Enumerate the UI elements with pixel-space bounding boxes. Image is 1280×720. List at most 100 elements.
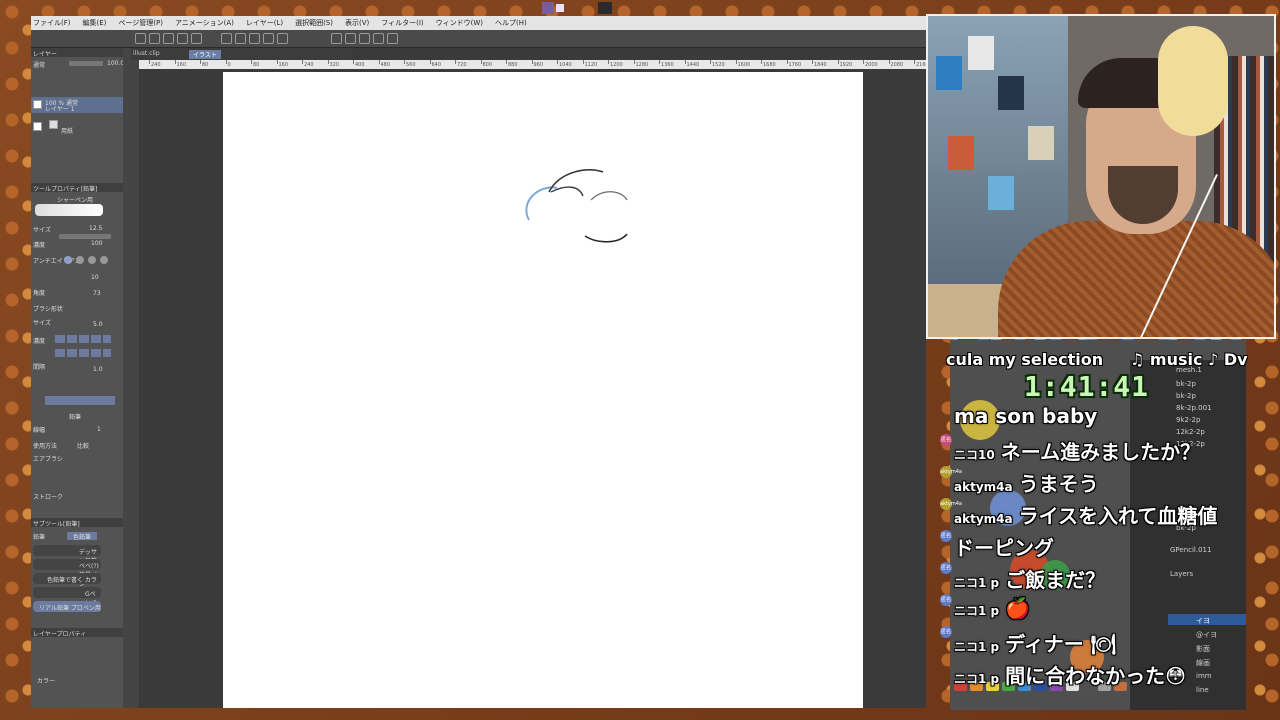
ruler-tick (659, 60, 660, 64)
ruler-label: 2000 (865, 62, 878, 68)
menu-item[interactable]: レイヤー(L) (246, 18, 283, 28)
left-panel-scrollbar[interactable] (123, 48, 131, 708)
undo-icon[interactable] (177, 33, 188, 44)
chat-text: ご飯まだ？ (1005, 568, 1106, 592)
ruler-icon[interactable] (359, 33, 370, 44)
menu-item[interactable]: 編集(E) (83, 18, 107, 28)
ruler-tick (684, 60, 686, 64)
antialias-weak-button[interactable] (76, 256, 84, 264)
chat-badge: 匿名 (940, 562, 952, 574)
pencil-label: 鉛筆 (69, 414, 82, 421)
ruler-label: 800 (482, 62, 493, 68)
layer-panel-title: レイヤー (33, 51, 57, 58)
ruler-tick (633, 60, 635, 64)
grid-icon[interactable] (373, 33, 384, 44)
ruler-label: 320 (329, 62, 340, 68)
clear-icon[interactable] (221, 33, 232, 44)
menu-item[interactable]: 表示(V) (345, 18, 369, 28)
ruler-tick (837, 60, 839, 64)
blender-item: 9k2-2p (1176, 416, 1201, 424)
ruler-label: 2160 (916, 62, 926, 68)
opacity-slider[interactable] (69, 61, 103, 66)
ruler-label: 1280 (635, 62, 649, 68)
menu-item[interactable]: 選択範囲(S) (295, 18, 333, 28)
command-bar (31, 30, 926, 48)
thickness-label: 線幅 (33, 427, 46, 434)
ruler-tick (582, 60, 584, 64)
antialias-strong-button[interactable] (100, 256, 108, 264)
ticker-left: cula my selection (946, 350, 1104, 369)
menu-item[interactable]: ページ管理(P) (118, 18, 163, 28)
transform-icon[interactable] (249, 33, 260, 44)
density-pattern[interactable] (55, 335, 111, 343)
sub-tool-tab-pencil[interactable]: 鉛筆 (33, 532, 45, 541)
layer-panel-header: レイヤー (31, 48, 131, 58)
drawing-canvas[interactable] (223, 72, 863, 708)
stroke-blue (525, 186, 558, 221)
brush-size-value: 5.0 (93, 321, 103, 328)
blender-outliner: GPencil.011 Layers mesh.1 bk-2p bk-2p 8k… (1130, 360, 1246, 710)
layer-row-paper[interactable]: 用紙 (31, 120, 123, 135)
select-icon[interactable] (263, 33, 274, 44)
menu-item[interactable]: ウィンドウ(W) (436, 18, 483, 28)
color-mode-select[interactable]: カラー (37, 676, 55, 685)
sub-tool-title: サブツール[鉛筆] (33, 521, 80, 528)
brush-tip-label: エアブラシ (33, 456, 63, 463)
brush-name: シャーペン用 (57, 197, 94, 204)
ruler-tick (225, 60, 227, 64)
layer-row-1[interactable]: 100 % 通常 レイヤー 1 (31, 97, 123, 113)
chat-text: ma son baby (954, 404, 1098, 428)
fill-icon[interactable] (235, 33, 246, 44)
method-label: 使用方法 (33, 443, 58, 450)
menu-item[interactable]: アニメーション(A) (175, 18, 234, 28)
menu-item[interactable]: フィルター(I) (381, 18, 423, 28)
ruler-label: 1360 (661, 62, 674, 68)
ruler-label: 80 (202, 62, 209, 68)
layer-1-thumbnail (33, 100, 42, 109)
settings-icon[interactable] (387, 33, 398, 44)
size-slider[interactable] (59, 234, 111, 239)
blend-mode-select[interactable]: 通常 (33, 60, 45, 69)
sub-tool-item-1[interactable]: デッサン鉛筆 (33, 545, 101, 565)
sub-tool-item-2[interactable]: ベベ(?)軽量ペン (33, 559, 101, 588)
chat-message: ma son baby (954, 404, 1097, 428)
lasso-icon[interactable] (277, 33, 288, 44)
antialias-mid-button[interactable] (88, 256, 96, 264)
layer-property-title: レイヤープロパティ (33, 631, 87, 638)
method-value[interactable]: 比較 (77, 441, 89, 450)
stroke-label: ストローク (33, 494, 64, 501)
menu-item[interactable]: ファイル(F) (33, 18, 71, 28)
sub-tool-tab-color-pencil[interactable]: 色鉛筆 (67, 532, 98, 541)
left-palette-dock: レイヤー 通常 100.0 100 % 通常 レイヤー 1 用紙 ツールプロパテ… (31, 48, 131, 708)
sub-tool-item-4[interactable]: Gペン 5 (33, 587, 101, 607)
webcam-feed (926, 14, 1276, 339)
menu-item[interactable]: ヘルプ(H) (495, 18, 527, 28)
antialias-none-button[interactable] (64, 256, 72, 264)
ruler-label: 2080 (890, 62, 904, 68)
stroke-mode-bar[interactable] (45, 396, 115, 405)
ruler-label: 560 (406, 62, 416, 68)
tab-illust[interactable]: イラスト (189, 50, 221, 59)
pen-icon[interactable] (331, 33, 342, 44)
redo-icon[interactable] (191, 33, 202, 44)
texture-pattern[interactable] (55, 349, 111, 357)
document-tabs: illust.clip イラスト (131, 48, 351, 60)
angle-value: 73 (93, 290, 101, 297)
chat-badge: aktym4a (940, 498, 962, 510)
sub-tool-item-3[interactable]: 色鉛筆で書く カラー (33, 573, 101, 593)
size-value: 12.5 (89, 225, 103, 232)
blender-item: 線画 (1196, 659, 1210, 667)
open-file-icon[interactable] (149, 33, 160, 44)
pixel-sprite (542, 2, 612, 14)
chat-username: ニコ1 p (954, 640, 1000, 654)
ruler-label: 880 (508, 62, 518, 68)
brush-size-label: サイズ (33, 320, 51, 327)
chat-username: ニコ10 (954, 448, 995, 462)
blender-item: imm (1196, 672, 1212, 680)
eyedropper-icon[interactable] (345, 33, 356, 44)
tab-illust-clip[interactable]: illust.clip (133, 50, 160, 57)
stroke-dark-3 (590, 191, 628, 201)
sub-tool-item-5[interactable]: リアル鉛筆 プロペン用 (33, 601, 101, 612)
save-icon[interactable] (163, 33, 174, 44)
new-file-icon[interactable] (135, 33, 146, 44)
